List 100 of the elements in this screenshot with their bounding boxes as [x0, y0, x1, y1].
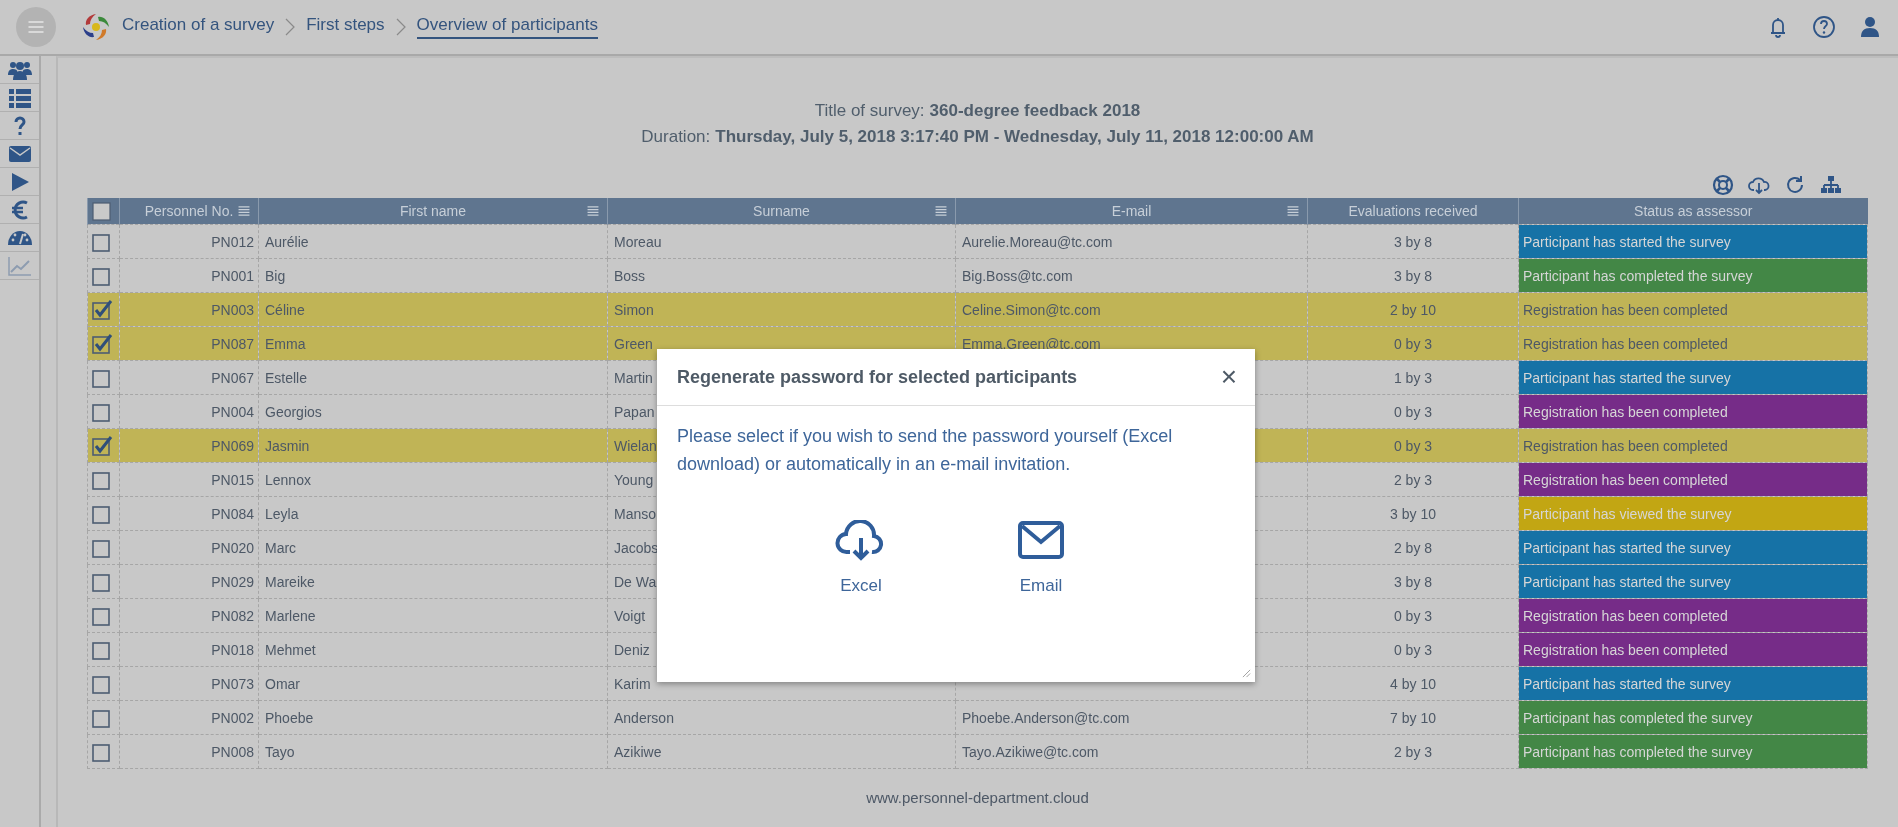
column-menu-icon[interactable] — [1287, 206, 1299, 216]
resize-grip-icon[interactable] — [1242, 669, 1251, 678]
table-cell: 7 by 10 — [1307, 700, 1519, 735]
title-label: Title of survey: — [814, 100, 925, 122]
option-button[interactable]: Email — [991, 520, 1091, 596]
help-icon[interactable] — [1810, 13, 1838, 41]
table-cell: 2 by 10 — [1307, 292, 1519, 327]
table-cell: Céline — [258, 292, 608, 327]
table-cell: PN004 — [119, 394, 259, 429]
breadcrumb-link[interactable]: Overview of participants — [416, 15, 598, 39]
checkbox[interactable] — [91, 332, 113, 355]
survey-title: 360-degree feedback 2018 — [929, 100, 1141, 122]
chevron-icon — [394, 18, 407, 36]
column-header[interactable]: E-mail — [955, 198, 1308, 225]
survey-duration: Thursday, July 5, 2018 3:17:40 PM - Wednesday, July 11, 2018 12:00:00 AM — [715, 126, 1314, 148]
table-cell: PN015 — [119, 462, 259, 497]
table-cell: PN029 — [119, 564, 259, 599]
footer-link[interactable]: www.personnel-department.cloud — [87, 789, 1868, 806]
status-label: Participant has started the survey — [1518, 666, 1868, 701]
column-header[interactable]: First name — [258, 198, 608, 225]
table-cell: Azikiwe — [607, 734, 956, 769]
status-label: Participant has completed the survey — [1518, 700, 1868, 735]
table-cell: PN082 — [119, 598, 259, 633]
table-cell: PN069 — [119, 428, 259, 463]
table-cell: 0 by 3 — [1307, 598, 1519, 633]
column-menu-icon[interactable] — [935, 206, 947, 216]
table-cell: PN020 — [119, 530, 259, 565]
column-header[interactable]: Surname — [607, 198, 956, 225]
table-cell: Anderson — [607, 700, 956, 735]
status-label: Participant has started the survey — [1518, 224, 1868, 259]
gauge-icon — [6, 229, 33, 246]
table-cell: PN067 — [119, 360, 259, 395]
table-cell: PN002 — [119, 700, 259, 735]
envelope-icon — [1015, 520, 1067, 562]
duration-label: Duration: — [641, 126, 711, 148]
table-cell: 2 by 3 — [1307, 734, 1519, 769]
logo-icon — [80, 11, 112, 43]
table-cell: 2 by 8 — [1307, 530, 1519, 565]
close-button[interactable]: × — [1220, 363, 1237, 391]
column-menu-icon[interactable] — [238, 206, 250, 216]
status-label: Registration has been completed — [1518, 632, 1868, 667]
table-cell: 0 by 3 — [1307, 326, 1519, 361]
status-label: Registration has been completed — [1518, 598, 1868, 633]
cloud-download-icon[interactable] — [1748, 174, 1770, 196]
table-cell: 3 by 10 — [1307, 496, 1519, 531]
checkbox[interactable] — [91, 434, 113, 457]
table-cell: 0 by 3 — [1307, 428, 1519, 463]
breadcrumb-link[interactable]: First steps — [306, 15, 385, 39]
table-cell: 3 by 8 — [1307, 258, 1519, 293]
table-cell: Simon — [607, 292, 956, 327]
chevron-icon — [284, 18, 297, 36]
hierarchy-icon[interactable] — [1820, 174, 1842, 196]
table-cell: Celine.Simon@tc.com — [955, 292, 1308, 327]
table-cell: 3 by 8 — [1307, 224, 1519, 259]
table-cell: PN008 — [119, 734, 259, 769]
table-cell: Tayo.Azikiwe@tc.com — [955, 734, 1308, 769]
table-cell: Georgios — [258, 394, 608, 429]
table-cell: PN018 — [119, 632, 259, 667]
table-cell: Jasmin — [258, 428, 608, 463]
table-cell: Lennox — [258, 462, 608, 497]
table-cell: 3 by 8 — [1307, 564, 1519, 599]
table-cell: Moreau — [607, 224, 956, 259]
table-cell: Leyla — [258, 496, 608, 531]
status-label: Participant has started the survey — [1518, 564, 1868, 599]
table-cell: Estelle — [258, 360, 608, 395]
status-label: Participant has completed the survey — [1518, 258, 1868, 293]
table-cell: Aurelie.Moreau@tc.com — [955, 224, 1308, 259]
table-cell: Big — [258, 258, 608, 293]
table-cell: Marc — [258, 530, 608, 565]
table-cell: Big.Boss@tc.com — [955, 258, 1308, 293]
column-header[interactable]: Evaluations received — [1307, 198, 1519, 225]
table-cell: Emma — [258, 326, 608, 361]
column-menu-icon[interactable] — [587, 206, 599, 216]
table-cell: PN073 — [119, 666, 259, 701]
table-cell: 2 by 3 — [1307, 462, 1519, 497]
status-label: Participant has started the survey — [1518, 530, 1868, 565]
status-label: Registration has been completed — [1518, 462, 1868, 497]
status-label: Registration has been completed — [1518, 292, 1868, 327]
checkbox[interactable] — [91, 298, 113, 321]
table-cell: PN084 — [119, 496, 259, 531]
table-cell: PN003 — [119, 292, 259, 327]
column-header[interactable]: Personnel No. — [119, 198, 259, 225]
table-cell: Phoebe — [258, 700, 608, 735]
checkbox[interactable] — [91, 200, 113, 222]
lifebuoy-icon[interactable] — [1712, 174, 1734, 196]
column-header[interactable]: Status as assessor — [1518, 198, 1868, 225]
table-cell: 0 by 3 — [1307, 632, 1519, 667]
table-cell: Aurélie — [258, 224, 608, 259]
status-label: Registration has been completed — [1518, 326, 1868, 361]
status-label: Registration has been completed — [1518, 428, 1868, 463]
table-cell: Mehmet — [258, 632, 608, 667]
table-cell: Boss — [607, 258, 956, 293]
table-cell: Marlene — [258, 598, 608, 633]
table-cell: PN087 — [119, 326, 259, 361]
table-cell: 1 by 3 — [1307, 360, 1519, 395]
status-label: Participant has viewed the survey — [1518, 496, 1868, 531]
refresh-icon[interactable] — [1784, 174, 1806, 196]
table-cell: Omar — [258, 666, 608, 701]
status-label: Registration has been completed — [1518, 394, 1868, 429]
breadcrumb-link[interactable]: Creation of a survey — [122, 15, 275, 39]
